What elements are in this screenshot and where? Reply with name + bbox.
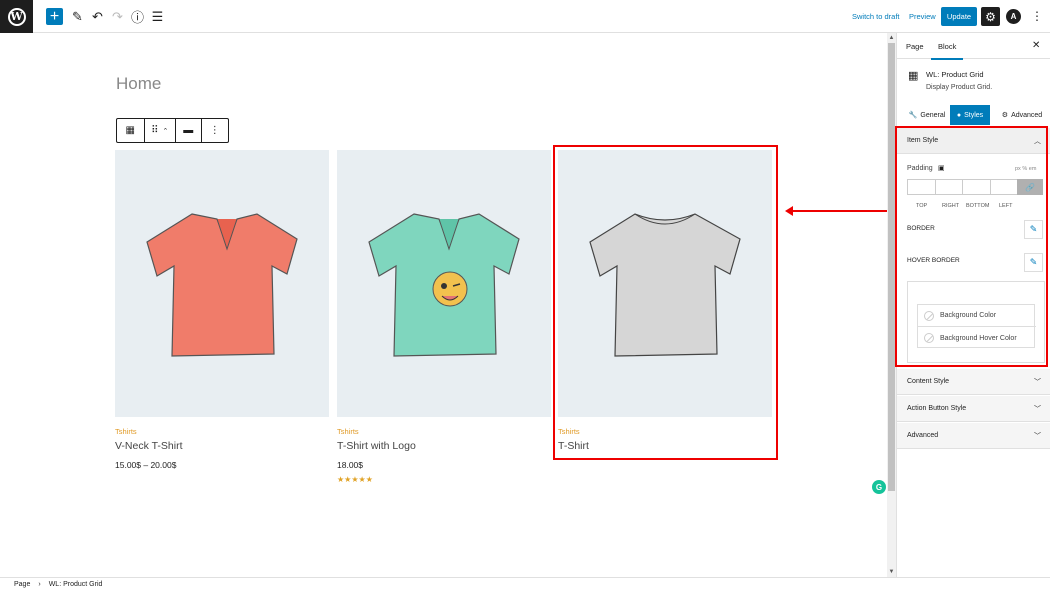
more-options-icon[interactable]: ⋮ bbox=[1031, 9, 1043, 23]
scroll-down-arrow-icon[interactable]: ▼ bbox=[887, 569, 896, 575]
chevron-right-icon: › bbox=[38, 580, 41, 588]
align-icon[interactable]: ▬ bbox=[176, 119, 202, 142]
scrollbar-thumb[interactable] bbox=[888, 43, 895, 491]
add-block-button[interactable]: + bbox=[46, 8, 63, 25]
rating-stars: ★★★★★ bbox=[337, 475, 373, 484]
block-options-icon[interactable]: ⋮ bbox=[202, 119, 229, 142]
product-image[interactable] bbox=[337, 150, 551, 417]
tab-styles-label: Styles bbox=[964, 111, 984, 119]
product-name[interactable]: T-Shirt with Logo bbox=[337, 440, 551, 452]
product-category[interactable]: Tshirts bbox=[115, 427, 329, 436]
list-view-icon[interactable]: ☰ bbox=[149, 8, 166, 25]
annotation-arrow bbox=[790, 210, 895, 212]
block-description: Display Product Grid. bbox=[926, 84, 993, 91]
block-toolbar: ▦ ⠿ ⌃ ▬ ⋮ bbox=[116, 118, 229, 143]
breadcrumb-page[interactable]: Page bbox=[14, 581, 30, 588]
tab-block[interactable]: Block bbox=[931, 42, 964, 60]
grid-block-icon[interactable]: ▦ bbox=[117, 119, 145, 142]
advanced-section-header[interactable]: Advanced ﹀ bbox=[897, 423, 1050, 449]
annotation-arrow-head bbox=[785, 206, 793, 216]
product-price: 15.00$ – 20.00$ bbox=[115, 460, 177, 470]
product-card[interactable]: Tshirts T-Shirt with Logo 18.00$ ★★★★★ bbox=[337, 150, 551, 484]
highlight-annotation-panel bbox=[895, 126, 1048, 367]
chevron-down-icon: ﹀ bbox=[1034, 379, 1041, 386]
undo-icon[interactable]: ↶ bbox=[89, 8, 106, 25]
switch-to-draft-link[interactable]: Switch to draft bbox=[852, 12, 900, 21]
editor-top-toolbar: W + ✎ ↶ ↷ ⓘ ☰ Switch to draft Preview Up… bbox=[0, 0, 1050, 33]
close-icon[interactable]: ✕ bbox=[1032, 40, 1040, 51]
astra-icon[interactable]: A bbox=[1006, 9, 1021, 24]
wordpress-logo-button[interactable]: W bbox=[0, 0, 33, 33]
chevron-down-icon: ﹀ bbox=[1034, 406, 1041, 413]
tab-general-label: General bbox=[920, 111, 946, 119]
section-title: Advanced bbox=[907, 432, 939, 439]
tab-styles[interactable]: ● Styles bbox=[950, 105, 990, 125]
section-title: Action Button Style bbox=[907, 405, 967, 412]
tab-advanced[interactable]: ⚙ Advanced bbox=[997, 105, 1047, 125]
logo-tshirt-image bbox=[368, 212, 520, 357]
edit-tool-icon[interactable]: ✎ bbox=[69, 8, 86, 25]
move-up-down-icon[interactable]: ⌃ bbox=[162, 127, 168, 135]
sidebar-tabs: Page Block ✕ bbox=[897, 33, 1050, 60]
product-price: 18.00$ bbox=[337, 460, 363, 470]
tab-general[interactable]: 🔧 General bbox=[905, 105, 949, 125]
vneck-tshirt-image bbox=[146, 212, 298, 357]
redo-icon[interactable]: ↷ bbox=[109, 8, 126, 25]
product-category[interactable]: Tshirts bbox=[337, 427, 551, 436]
breadcrumb-block[interactable]: WL: Product Grid bbox=[49, 581, 103, 588]
product-card[interactable]: Tshirts V-Neck T-Shirt 15.00$ – 20.00$ bbox=[115, 150, 329, 470]
drag-move-handle[interactable]: ⠿ ⌃ bbox=[145, 119, 176, 142]
settings-gear-icon[interactable]: ⚙ bbox=[981, 7, 1000, 26]
page-title[interactable]: Home bbox=[116, 74, 161, 94]
breadcrumb: Page › WL: Product Grid bbox=[0, 577, 1050, 590]
gear-icon: ⚙ bbox=[1001, 112, 1009, 119]
details-info-icon[interactable]: ⓘ bbox=[129, 8, 146, 25]
section-title: Content Style bbox=[907, 378, 950, 385]
tab-page[interactable]: Page bbox=[906, 42, 924, 51]
action-button-style-section-header[interactable]: Action Button Style ﹀ bbox=[897, 396, 1050, 422]
product-name[interactable]: V-Neck T-Shirt bbox=[115, 440, 329, 452]
style-tabs: 🔧 General ● Styles ⚙ Advanced bbox=[897, 105, 1050, 125]
preview-link[interactable]: Preview bbox=[909, 12, 936, 21]
highlight-annotation-box bbox=[553, 145, 778, 460]
tab-advanced-label: Advanced bbox=[1011, 111, 1043, 119]
update-button[interactable]: Update bbox=[941, 7, 977, 26]
grammarly-icon[interactable]: G bbox=[872, 480, 886, 494]
product-image[interactable] bbox=[115, 150, 329, 417]
scroll-up-arrow-icon[interactable]: ▲ bbox=[887, 35, 896, 41]
chevron-down-icon: ﹀ bbox=[1034, 433, 1041, 440]
content-style-section-header[interactable]: Content Style ﹀ bbox=[897, 369, 1050, 395]
palette-icon: ● bbox=[956, 111, 962, 119]
grid-block-icon: ▦ bbox=[908, 70, 919, 82]
wordpress-icon: W bbox=[7, 7, 26, 26]
block-name: WL: Product Grid bbox=[926, 70, 984, 79]
wrench-icon: 🔧 bbox=[908, 112, 918, 119]
